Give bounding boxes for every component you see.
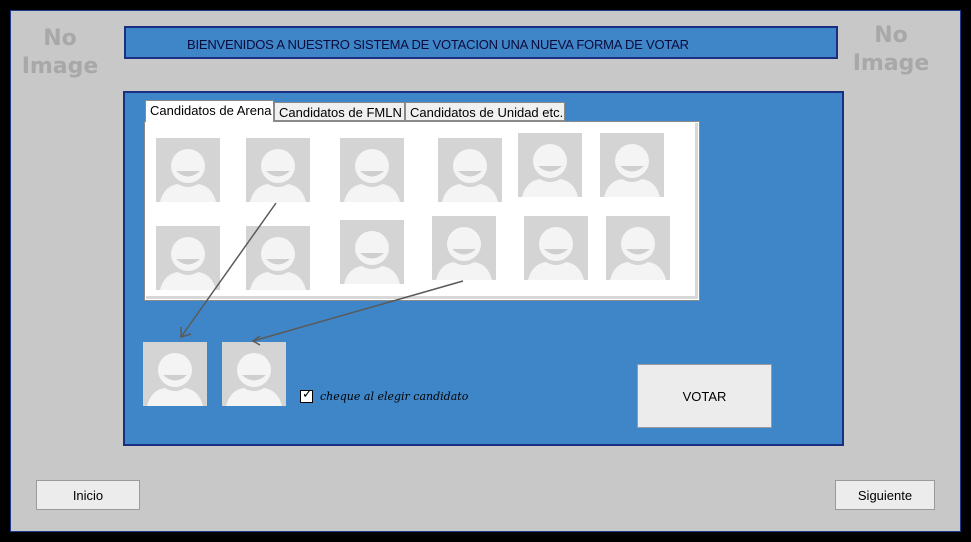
- checkbox-label: cheque al elegir candidato: [320, 390, 469, 403]
- candidate-photo-8[interactable]: [246, 226, 310, 290]
- logo-right-placeholder: No Image: [847, 22, 935, 78]
- candidate-photo-12[interactable]: [606, 216, 670, 280]
- user-placeholder-icon: [340, 220, 404, 284]
- user-placeholder-icon: [340, 138, 404, 202]
- selected-candidate-slot-1[interactable]: [143, 342, 207, 406]
- choose-candidate-checkbox[interactable]: ✓: [300, 387, 313, 403]
- candidate-photo-6[interactable]: [600, 133, 664, 197]
- welcome-banner: BIENVENIDOS A NUESTRO SISTEMA DE VOTACIO…: [124, 26, 838, 59]
- selected-candidate-slot-2[interactable]: [222, 342, 286, 406]
- tab-unidad[interactable]: Candidatos de Unidad etc.: [405, 102, 565, 121]
- candidate-photo-1[interactable]: [156, 138, 220, 202]
- user-placeholder-icon: [606, 216, 670, 280]
- banner-title: BIENVENIDOS A NUESTRO SISTEMA DE VOTACIO…: [187, 37, 689, 52]
- candidate-photo-7[interactable]: [156, 226, 220, 290]
- no-image-line-2: Image: [852, 51, 930, 76]
- choose-candidate-checkbox-row: ✓ cheque al elegir candidato: [300, 387, 469, 403]
- candidate-photo-3[interactable]: [340, 138, 404, 202]
- tab-arena[interactable]: Candidatos de Arena: [145, 100, 274, 122]
- voting-panel: Candidatos de Arena Candidatos de FMLN C…: [123, 91, 844, 446]
- no-image-line-2: Image: [21, 54, 99, 79]
- candidate-grid: [144, 121, 700, 301]
- user-placeholder-icon: [438, 138, 502, 202]
- user-placeholder-icon: [432, 216, 496, 280]
- logo-left-placeholder: No Image: [16, 25, 104, 81]
- candidate-photo-2[interactable]: [246, 138, 310, 202]
- candidate-photo-10[interactable]: [432, 216, 496, 280]
- user-placeholder-icon: [524, 216, 588, 280]
- vote-button[interactable]: VOTAR: [637, 364, 772, 428]
- user-placeholder-icon: [600, 133, 664, 197]
- candidate-photo-9[interactable]: [340, 220, 404, 284]
- next-button[interactable]: Siguiente: [835, 480, 935, 510]
- user-placeholder-icon: [156, 138, 220, 202]
- user-placeholder-icon: [156, 226, 220, 290]
- home-button[interactable]: Inicio: [36, 480, 140, 510]
- candidate-photo-5[interactable]: [518, 133, 582, 197]
- user-placeholder-icon: [246, 138, 310, 202]
- candidate-photo-11[interactable]: [524, 216, 588, 280]
- user-placeholder-icon: [143, 342, 207, 406]
- app-window: No Image No Image BIENVENIDOS A NUESTRO …: [10, 10, 961, 532]
- no-image-line-1: No: [43, 26, 77, 51]
- checkmark-icon: ✓: [302, 387, 313, 402]
- candidate-photo-4[interactable]: [438, 138, 502, 202]
- user-placeholder-icon: [518, 133, 582, 197]
- user-placeholder-icon: [222, 342, 286, 406]
- tab-fmln[interactable]: Candidatos de FMLN: [274, 102, 405, 121]
- user-placeholder-icon: [246, 226, 310, 290]
- no-image-line-1: No: [874, 23, 908, 48]
